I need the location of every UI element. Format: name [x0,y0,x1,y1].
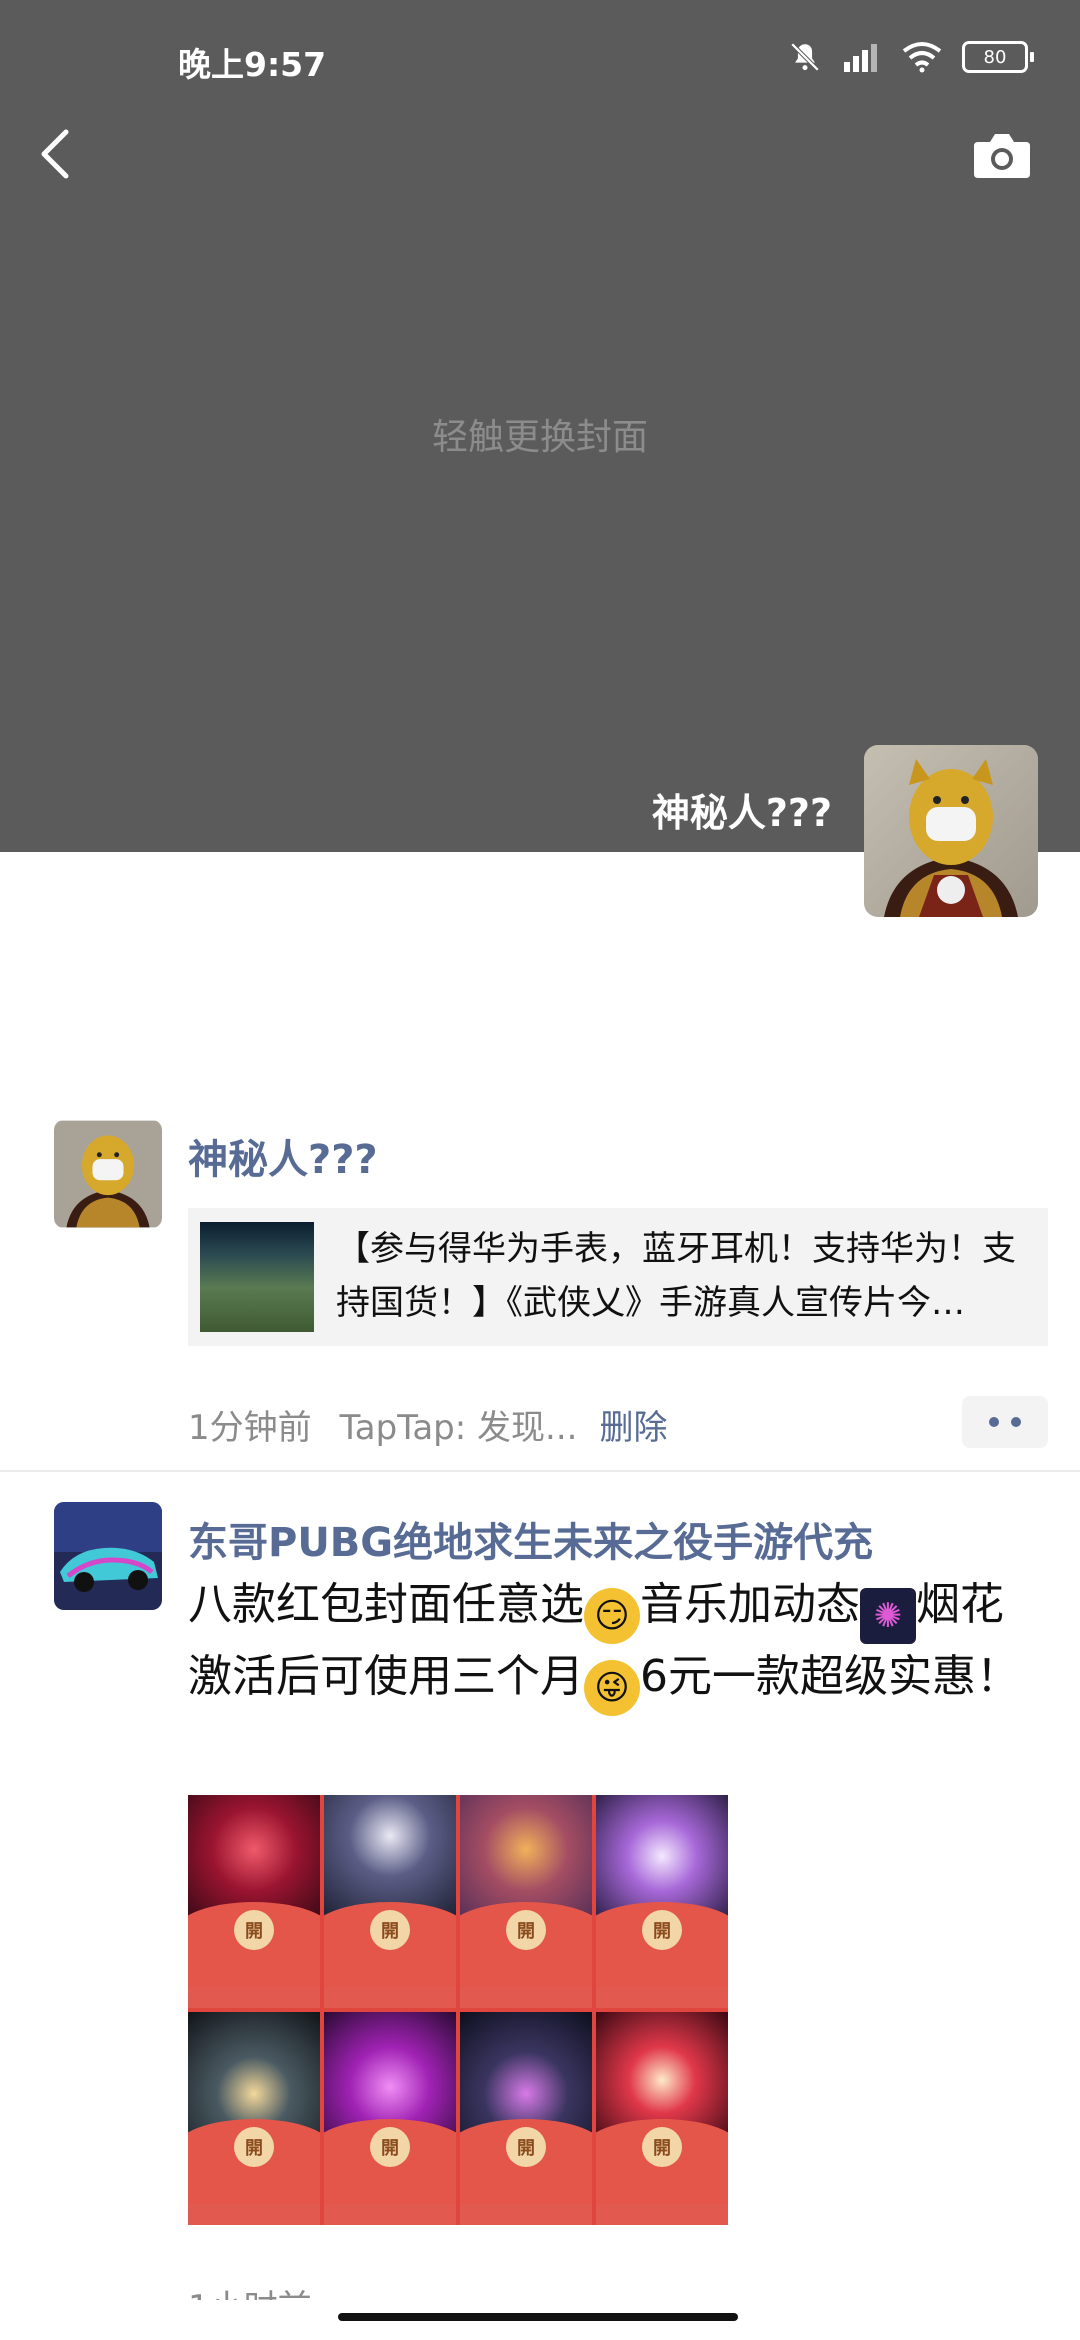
post-text-part: 6元一款超级实惠！ [640,1651,1020,1702]
mute-bell-icon [790,42,820,72]
link-title: 【参与得华为手表，蓝牙耳机！支持华为！支持国货！】《武侠乂》手游真人宣传片今… [336,1229,1016,1323]
open-coin-icon: 開 [642,1910,682,1951]
open-coin-icon: 開 [506,1910,546,1951]
open-coin-icon: 開 [370,2127,410,2168]
post-author-avatar[interactable] [54,1502,162,1610]
wink-tongue-emoji-icon: 😜 [584,1660,640,1716]
post-author-name[interactable]: 东哥PUBG绝地求生未来之役手游代充 [188,1510,873,1568]
fireworks-emoji-icon: ✺ [860,1588,916,1644]
grid-image[interactable]: 開 [460,2012,592,2225]
more-actions-button[interactable] [962,1396,1048,1448]
open-coin-icon: 開 [234,1910,274,1951]
post-author-name[interactable]: 神秘人??? [188,1127,378,1185]
post-text-part: 音乐加动态 [640,1579,860,1630]
home-indicator[interactable] [338,2313,738,2321]
profile-name: 神秘人??? [651,791,832,835]
camera-icon[interactable] [972,130,1032,180]
post-author-avatar[interactable] [54,1120,162,1228]
dot-icon [1011,1417,1021,1427]
grid-image[interactable]: 開 [596,1795,728,2008]
open-coin-icon: 開 [506,2127,546,2168]
profile-avatar[interactable] [864,745,1038,917]
delete-link[interactable]: 删除 [599,1408,667,1448]
image-grid: 開 開 開 開 開 開 開 開 [188,1795,728,2225]
signal-icon [844,44,877,72]
dot-icon [989,1417,999,1427]
grid-image[interactable]: 開 [188,2012,320,2225]
back-arrow-icon[interactable] [32,124,84,184]
post-meta: 1分钟前 TapTap: 发现... 删除 [188,1400,667,1449]
grid-image[interactable]: 開 [460,1795,592,2008]
open-coin-icon: 開 [370,1910,410,1951]
smirk-emoji-icon: 😏 [584,1588,640,1644]
link-thumbnail [200,1222,314,1332]
cover-image[interactable]: 晚上9:57 80 轻触更换封面 神秘人??? [0,0,1080,852]
battery-indicator: 80 [962,41,1034,73]
status-icons: 80 [788,40,1034,74]
post-content: 八款红包封面任意选 😏 音乐加动态 ✺ 烟花激活后可使用三个月 😜 6元一款超级实惠！ [188,1572,1038,1716]
open-coin-icon: 開 [234,2127,274,2168]
grid-image[interactable]: 開 [596,2012,728,2225]
change-cover-hint[interactable]: 轻触更换封面 [0,408,1080,460]
open-coin-icon: 開 [642,2127,682,2168]
shared-link-card[interactable]: 【参与得华为手表，蓝牙耳机！支持华为！支持国货！】《武侠乂》手游真人宣传片今… [188,1208,1048,1346]
status-time: 晚上9:57 [178,45,327,84]
divider [0,1470,1080,1472]
post-source[interactable]: TapTap: 发现... [340,1408,578,1448]
grid-image[interactable]: 開 [324,2012,456,2225]
post-time: 1分钟前 [188,1408,312,1448]
post-time-partial: 1小时前 [188,2280,312,2300]
post-text-part: 八款红包封面任意选 [188,1579,584,1630]
wifi-icon [902,42,942,73]
grid-image[interactable]: 開 [188,1795,320,2008]
grid-image[interactable]: 開 [324,1795,456,2008]
